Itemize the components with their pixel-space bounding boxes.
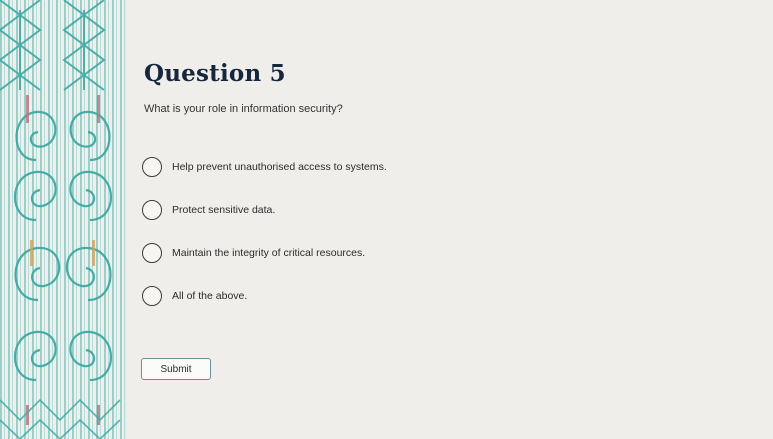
answer-option-1[interactable]: Help prevent unauthorised access to syst… xyxy=(142,156,562,178)
answer-option-label: Help prevent unauthorised access to syst… xyxy=(172,161,387,173)
decorative-pattern-panel xyxy=(0,0,126,439)
radio-button[interactable] xyxy=(142,157,162,177)
answer-option-2[interactable]: Protect sensitive data. xyxy=(142,199,562,221)
question-title: Question 5 xyxy=(144,60,286,87)
radio-button[interactable] xyxy=(142,286,162,306)
answer-option-4[interactable]: All of the above. xyxy=(142,285,562,307)
decorative-pattern-art xyxy=(0,0,125,439)
answer-options: Help prevent unauthorised access to syst… xyxy=(142,156,562,328)
answer-option-label: All of the above. xyxy=(172,290,248,302)
radio-button[interactable] xyxy=(142,243,162,263)
radio-button[interactable] xyxy=(142,200,162,220)
question-text: What is your role in information securit… xyxy=(144,103,343,115)
submit-button[interactable]: Submit xyxy=(141,358,211,380)
answer-option-3[interactable]: Maintain the integrity of critical resou… xyxy=(142,242,562,264)
quiz-content: Question 5 What is your role in informat… xyxy=(141,0,744,439)
quiz-page: Question 5 What is your role in informat… xyxy=(0,0,773,439)
answer-option-label: Maintain the integrity of critical resou… xyxy=(172,247,366,259)
answer-option-label: Protect sensitive data. xyxy=(172,204,276,216)
